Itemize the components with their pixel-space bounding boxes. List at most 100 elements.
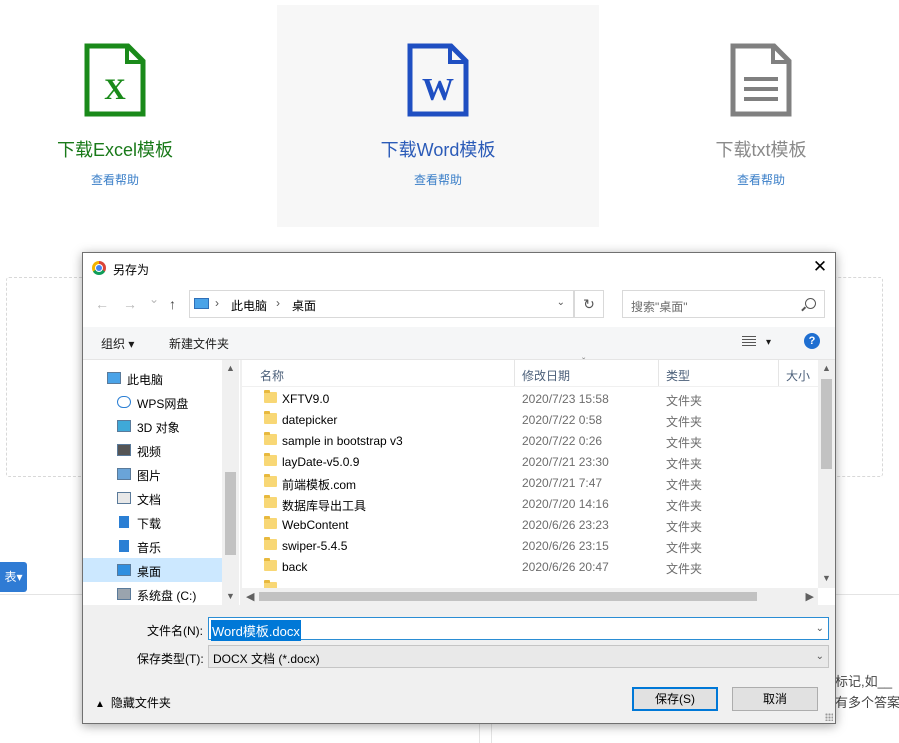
download-word-card[interactable]: W 下载Word模板 查看帮助 [277,5,599,227]
download-word-title[interactable]: 下载Word模板 [277,136,599,162]
file-type: 文件夹 [666,562,703,576]
view-dropdown-icon[interactable]: ▾ [766,337,771,348]
column-divider[interactable] [658,360,659,386]
file-row[interactable]: swiper-5.4.5 2020/6/26 23:15 文件夹 [242,535,818,556]
back-arrow-icon[interactable]: ← [95,296,109,312]
nav-item[interactable]: 桌面 [83,558,222,582]
scroll-left-arrow[interactable]: ◀ [246,590,254,603]
chevron-down-icon[interactable]: ⌄ [816,623,824,634]
nav-item[interactable]: 视频 [83,438,222,462]
recent-locations-icon[interactable]: ⌄ [149,292,159,306]
navigation-bar: ← → ⌄ ↑ › 此电脑 › 桌面 ⌄ ↻ 搜索"桌面" [83,283,835,327]
file-row[interactable]: sample in bootstrap v3 2020/7/22 0:26 文件夹 [242,430,818,451]
toolbar: 组织 ▾ 新建文件夹 ▾ ? [83,327,835,360]
word-help-link[interactable]: 查看帮助 [277,171,599,188]
nav-item-label: 3D 对象 [137,421,180,435]
close-button[interactable]: ✕ [805,253,835,283]
drive-icon [117,588,131,600]
save-button[interactable]: 保存(S) [632,687,718,711]
filetype-select[interactable]: DOCX 文档 (*.docx) ⌄ [208,645,829,668]
nav-item[interactable]: 文档 [83,486,222,510]
column-size[interactable]: 大小 [786,367,810,384]
column-date[interactable]: 修改日期 [522,367,570,384]
dialog-titlebar[interactable]: 另存为 ✕ [83,253,835,283]
search-input[interactable]: 搜索"桌面" [622,290,825,318]
file-type: 文件夹 [666,541,703,555]
file-row[interactable]: back 2020/6/26 20:47 文件夹 [242,556,818,577]
nav-item[interactable]: 下载 [83,510,222,534]
nav-item-label: 下载 [137,517,162,531]
chevron-down-icon[interactable]: ⌄ [557,297,565,308]
dropdown-button[interactable]: 表▾ [0,562,27,592]
folder-icon [264,432,277,445]
dropdown-button-label: 表 [4,570,17,584]
refresh-button[interactable]: ↻ [574,290,604,318]
filename-input[interactable]: Word模板.docx ⌄ [208,617,829,641]
new-folder-button[interactable]: 新建文件夹 [169,335,229,352]
folder-icon [264,516,277,529]
download-excel-card[interactable]: X 下载Excel模板 查看帮助 [0,5,276,227]
filetype-value: DOCX 文档 (*.docx) [213,652,320,666]
folder-icon [264,474,277,487]
breadcrumb-this-pc[interactable]: 此电脑 [231,297,267,314]
file-date: 2020/7/22 0:58 [522,413,603,427]
navigation-scrollbar[interactable]: ▲ ▼ [222,360,239,605]
scrollbar-thumb[interactable] [225,472,236,555]
nav-item[interactable]: WPS网盘 [83,390,222,414]
download-txt-card[interactable]: 下载txt模板 查看帮助 [600,5,899,227]
nav-item[interactable]: 系统盘 (C:) [83,582,222,606]
help-icon[interactable]: ? [804,333,820,349]
nav-item[interactable]: 图片 [83,462,222,486]
cube-icon [117,420,131,432]
folder-icon [264,537,277,550]
scroll-up-arrow[interactable]: ▲ [222,363,239,373]
file-row[interactable]: XFTV9.0 2020/7/23 15:58 文件夹 [242,388,818,409]
divider-vertical [491,723,492,743]
computer-icon [194,298,209,309]
forward-arrow-icon[interactable]: → [123,296,137,312]
file-row[interactable]: layDate-v5.0.9 2020/7/21 23:30 文件夹 [242,451,818,472]
breadcrumb-desktop[interactable]: 桌面 [292,297,316,314]
scroll-down-arrow[interactable]: ▼ [818,573,835,583]
txt-help-link[interactable]: 查看帮助 [600,171,899,188]
column-type[interactable]: 类型 [666,367,690,384]
navigation-pane: 此电脑 WPS网盘 3D 对象视频 图片 文档下载音乐 桌面 系统盘 (C:) ▲ ▼ [83,360,240,605]
nav-item[interactable]: 3D 对象 [83,414,222,438]
file-list-scrollbar[interactable]: ▲ ▼ [818,360,835,588]
nav-item[interactable]: 此电脑 [83,366,222,390]
excel-help-link[interactable]: 查看帮助 [0,171,276,188]
partial-file-row[interactable] [242,578,818,588]
filename-value[interactable]: Word模板.docx [211,620,301,641]
organize-menu[interactable]: 组织 ▾ [101,335,134,352]
chevron-down-icon[interactable]: ⌄ [816,651,824,662]
file-row[interactable]: 数据库导出工具 2020/7/20 14:16 文件夹 [242,493,818,514]
column-name[interactable]: 名称 [260,367,284,384]
resize-grip[interactable] [825,713,833,721]
hide-folders-toggle[interactable]: ▲ 隐藏文件夹 [95,694,171,711]
word-file-icon: W [407,43,469,117]
view-options-icon[interactable] [742,336,756,347]
file-row[interactable]: datepicker 2020/7/22 0:58 文件夹 [242,409,818,430]
file-name: datepicker [282,413,338,427]
column-divider[interactable] [778,360,779,386]
horizontal-scrollbar[interactable]: ◀ ▶ [242,588,818,605]
search-icon [805,298,816,309]
column-divider[interactable] [514,360,515,386]
file-name: 数据库导出工具 [282,499,367,513]
scroll-right-arrow[interactable]: ▶ [806,590,814,603]
file-name: 前端模板.com [282,478,357,492]
scroll-up-arrow[interactable]: ▲ [818,363,835,373]
file-row[interactable]: 前端模板.com 2020/7/21 7:47 文件夹 [242,472,818,493]
cancel-button[interactable]: 取消 [732,687,818,711]
music-icon [119,540,129,552]
address-bar[interactable]: › 此电脑 › 桌面 ⌄ [189,290,574,318]
scroll-down-arrow[interactable]: ▼ [222,591,239,601]
scrollbar-thumb[interactable] [821,379,832,469]
nav-item[interactable]: 音乐 [83,534,222,558]
up-arrow-icon[interactable]: ↑ [169,296,176,312]
picture-icon [117,468,131,480]
scrollbar-thumb[interactable] [259,592,757,601]
download-txt-title[interactable]: 下载txt模板 [600,136,899,162]
download-excel-title[interactable]: 下载Excel模板 [0,136,276,162]
file-row[interactable]: WebContent 2020/6/26 23:23 文件夹 [242,514,818,535]
